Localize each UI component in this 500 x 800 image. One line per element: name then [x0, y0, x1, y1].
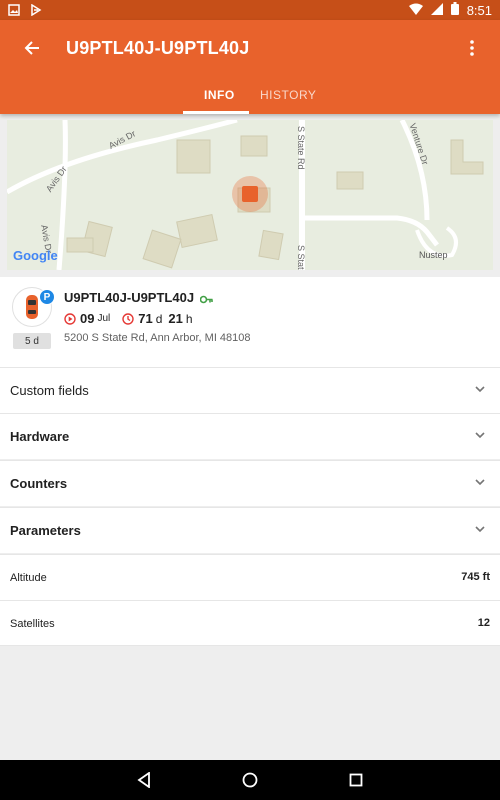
car-icon — [26, 295, 38, 319]
nav-recents-button[interactable] — [346, 770, 366, 790]
section-label: Custom fields — [10, 383, 89, 398]
altitude-value: 745 ft — [461, 571, 490, 583]
map-view[interactable]: Avis Dr Avis Dr Avis Dr S State Rd S Sta… — [7, 120, 493, 270]
battery-icon — [450, 2, 459, 18]
page-title: U9PTL40J-U9PTL40J — [66, 38, 250, 58]
wifi-icon — [408, 3, 423, 18]
altitude-label: Altitude — [10, 572, 47, 584]
more-options-button[interactable] — [462, 34, 482, 62]
chevron-down-icon — [475, 432, 485, 439]
street-label: S State Rd — [296, 126, 306, 170]
status-time: 8:51 — [466, 2, 492, 18]
tab-info[interactable]: INFO — [204, 88, 235, 102]
triangle-back-icon — [137, 772, 150, 788]
satellites-label: Satellites — [10, 618, 55, 630]
more-vertical-icon — [470, 40, 474, 56]
section-counters[interactable]: Counters — [0, 460, 500, 506]
start-day: 09 — [80, 311, 95, 326]
gallery-notification-icon — [8, 3, 20, 21]
chevron-down-icon — [475, 526, 485, 533]
days-badge: 5 d — [13, 333, 51, 349]
section-label: Parameters — [10, 523, 81, 538]
device-name: U9PTL40J-U9PTL40J — [64, 290, 195, 305]
section-parameters[interactable]: Parameters — [0, 507, 500, 553]
chevron-down-icon — [475, 479, 485, 486]
system-nav-bar — [0, 760, 500, 800]
place-label: Nustep — [419, 250, 448, 260]
circle-home-icon — [242, 772, 258, 788]
device-info-card[interactable]: P 5 d U9PTL40J-U9PTL40J 09 Jul 71 d 21 h… — [0, 277, 500, 367]
signal-icon — [430, 2, 443, 18]
start-month: Jul — [97, 313, 111, 324]
section-label: Counters — [10, 476, 68, 491]
duration-days: 71 — [138, 311, 153, 326]
tab-history[interactable]: HISTORY — [260, 88, 316, 102]
section-hardware[interactable]: Hardware — [0, 413, 500, 459]
key-icon — [199, 291, 213, 309]
section-label: Hardware — [10, 429, 70, 444]
play-circle-icon — [64, 312, 76, 325]
trip-stats: 09 Jul 71 d 21 h — [64, 311, 193, 326]
altitude-row: Altitude 745 ft — [0, 554, 500, 600]
status-bar: 8:51 — [0, 0, 500, 20]
tab-indicator — [183, 111, 249, 114]
arrow-left-icon — [24, 41, 39, 55]
app-bar: U9PTL40J-U9PTL40J INFO HISTORY — [0, 20, 500, 114]
duration-hours-unit: h — [185, 311, 193, 326]
nav-back-button[interactable] — [134, 770, 154, 790]
satellites-value: 12 — [477, 617, 490, 629]
device-address: 5200 S State Rd, Ann Arbor, MI 48108 — [64, 332, 251, 344]
tab-bar: INFO HISTORY — [0, 78, 500, 114]
parking-badge: P — [39, 289, 55, 305]
duration-days-unit: d — [155, 311, 163, 326]
chevron-down-icon — [475, 386, 485, 393]
play-store-notification-icon — [30, 3, 42, 21]
square-recents-icon — [349, 773, 363, 787]
section-custom-fields[interactable]: Custom fields — [0, 367, 500, 413]
clock-icon — [122, 312, 134, 325]
duration-hours: 21 — [168, 311, 183, 326]
satellites-row: Satellites 12 — [0, 600, 500, 646]
back-button[interactable] — [18, 34, 46, 62]
nav-home-button[interactable] — [240, 770, 260, 790]
street-label: S State Rd — [296, 245, 306, 270]
google-logo: Google — [13, 248, 58, 263]
